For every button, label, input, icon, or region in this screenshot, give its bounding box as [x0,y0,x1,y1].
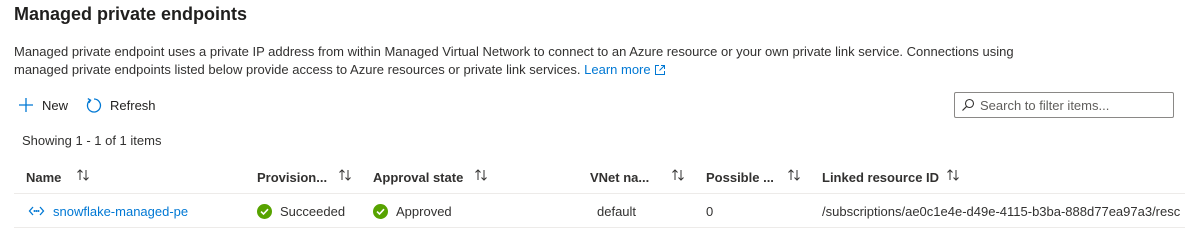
toolbar: New Refresh [18,93,156,117]
page-description: Managed private endpoint uses a private … [14,43,1034,79]
new-button[interactable]: New [18,97,68,113]
cell-provisioning: Succeeded [257,202,345,220]
column-header-linked-resource[interactable]: Linked resource ID [822,168,939,186]
cell-possible: 0 [706,202,713,220]
sort-arrows-icon[interactable] [671,168,685,182]
check-circle-icon [373,203,388,219]
linked-resource-id: /subscriptions/ae0c1e4e-d49e-4115-b3ba-8… [822,203,1181,219]
page-title: Managed private endpoints [14,4,248,24]
possible-value: 0 [706,203,714,219]
cell-name: snowflake-managed-pe [28,202,188,220]
sort-arrows-icon[interactable] [338,168,352,182]
sort-arrows-icon[interactable] [946,168,960,182]
new-button-label: New [42,97,69,113]
sort-arrows-icon[interactable] [787,168,801,182]
vnet-name: default [597,203,637,219]
items-count: Showing 1 - 1 of 1 items [22,133,162,148]
column-header-provisioning[interactable]: Provision... [257,168,327,186]
learn-more-link[interactable]: Learn more [584,62,665,77]
approval-state: Approved [396,203,452,219]
header-divider [14,193,1185,194]
row-divider [14,227,1185,228]
description-text: Managed private endpoint uses a private … [14,44,1014,77]
search-input[interactable] [980,97,1165,113]
plus-icon [19,98,33,112]
column-header-name[interactable]: Name [26,168,61,186]
column-header-approval[interactable]: Approval state [373,168,463,186]
external-link-icon [654,65,665,75]
refresh-icon [86,97,102,113]
provisioning-state: Succeeded [280,203,346,219]
private-endpoint-icon [28,206,45,216]
endpoint-name-link[interactable]: snowflake-managed-pe [53,204,188,219]
sort-arrows-icon[interactable] [76,168,90,182]
search-icon [962,98,975,111]
refresh-button[interactable]: Refresh [86,97,156,114]
refresh-button-label: Refresh [110,97,156,113]
cell-linked-resource: /subscriptions/ae0c1e4e-d49e-4115-b3ba-8… [822,202,1185,220]
check-circle-icon [257,203,272,219]
cell-approval: Approved [373,202,452,220]
cell-vnet: default [597,202,636,220]
column-header-vnet[interactable]: VNet na... [590,168,649,186]
search-box[interactable] [954,92,1174,118]
learn-more-label: Learn more [584,62,651,77]
sort-arrows-icon[interactable] [474,168,488,182]
column-header-possible[interactable]: Possible ... [706,168,774,186]
